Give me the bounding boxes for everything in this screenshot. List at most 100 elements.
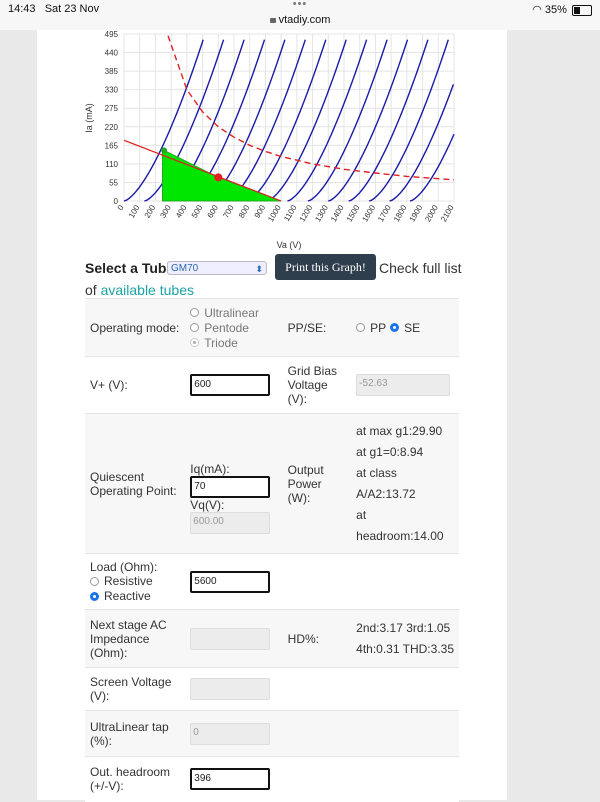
se-option-label[interactable]: SE (404, 321, 420, 335)
x-tick-label: 1400 (329, 203, 346, 223)
x-tick-label: 500 (190, 203, 205, 220)
y-tick-label: 165 (105, 141, 119, 150)
x-tick-label: 1600 (360, 203, 377, 223)
x-tick-label: 2100 (439, 203, 456, 223)
y-tick-label: 55 (109, 178, 118, 187)
radio-resistive[interactable] (90, 576, 99, 586)
power-class-a: at class (356, 465, 397, 480)
pp-se-options: PP SE (356, 320, 454, 335)
y-tick-label: 110 (105, 160, 118, 169)
hd-label: HD%: (282, 609, 352, 668)
mode-ultralinear[interactable]: Ultralinear (190, 305, 277, 320)
output-power-label: Output Power (W): (282, 413, 352, 554)
power-headroom-value: headroom:14.00 (356, 528, 444, 543)
plate-curve-chart: 0 55 110 165 220 275 330 385 440 495 0 100 200 300 40… (84, 30, 456, 250)
radio-ultralinear[interactable] (190, 308, 200, 317)
screen-voltage-input (190, 678, 271, 700)
power-max-g1: at max g1:29.90 (356, 423, 443, 438)
iq-input[interactable]: 70 (190, 475, 271, 498)
x-tick-label: 600 (206, 203, 221, 220)
x-axis-ticks: 0 100 200 300 400 500 600 700 800 900 1000 1100 1200… (116, 203, 456, 223)
radio-reactive[interactable] (90, 591, 99, 601)
x-tick-label: 1200 (298, 203, 315, 223)
x-tick-label: 1500 (345, 203, 362, 223)
x-tick-label: 1800 (392, 203, 409, 223)
x-tick-label: 1000 (266, 203, 283, 223)
y-tick-label: 275 (105, 104, 119, 113)
status-right: ◠ 35% (532, 3, 592, 16)
load-reactive[interactable]: Reactive (90, 589, 180, 604)
iq-label: Iq(mA): (190, 461, 230, 476)
grid-bias-label: Grid Bias Voltage (V): (282, 356, 352, 414)
radio-se[interactable] (390, 323, 400, 332)
tube-select[interactable]: GM70 ⬍ (167, 261, 267, 275)
hd-line-2: 4th:0.31 THD:3.35 (356, 641, 454, 656)
mode-triode[interactable]: Triode (190, 335, 277, 350)
x-tick-label: 700 (221, 203, 236, 220)
grid-bias-field: -52.63 (356, 374, 451, 396)
x-tick-label: 1900 (408, 203, 425, 223)
x-tick-label: 2000 (423, 203, 440, 223)
operating-mode-label: Operating mode: (85, 298, 186, 357)
vq-field: 600.00 (190, 511, 271, 534)
chevron-updown-icon: ⬍ (255, 264, 263, 274)
y-tick-label: 495 (105, 30, 119, 39)
radio-pentode[interactable] (190, 323, 200, 332)
load-resistive[interactable]: Resistive (90, 574, 180, 589)
x-tick-label: 1100 (282, 203, 299, 223)
available-tubes-link[interactable]: available tubes (101, 282, 194, 298)
ultralinear-tap-label: UltraLinear tap (%): (85, 710, 186, 757)
status-bar: 14:43 Sat 23 Nov ••• vtadiy.com ◠ 35% (0, 0, 600, 30)
url-display[interactable]: vtadiy.com (0, 14, 600, 26)
next-stage-input (190, 627, 271, 650)
x-tick-label: 100 (127, 203, 142, 220)
x-tick-label: 1700 (376, 203, 393, 223)
hd-line-1: 2nd:3.17 3rd:1.05 (356, 620, 451, 635)
pp-option-label[interactable]: PP (370, 321, 386, 335)
load-input[interactable]: 5600 (190, 570, 271, 593)
mode-pentode[interactable]: Pentode (190, 320, 277, 335)
load-label: Load (Ohm): (90, 559, 158, 574)
y-axis-label: Ia (mA) (84, 103, 94, 133)
available-tubes-line: of available tubes (85, 282, 194, 298)
wifi-icon: ◠ (532, 4, 542, 16)
browser-menu-dots[interactable]: ••• (0, 0, 600, 10)
x-tick-label: 1300 (313, 203, 330, 223)
vq-label: Vq(V): (190, 497, 225, 512)
y-tick-label: 440 (105, 49, 119, 58)
x-tick-label: 0 (116, 203, 126, 212)
operating-point-marker (214, 173, 223, 182)
print-graph-button[interactable]: Print this Graph! (275, 254, 376, 280)
vplus-label: V+ (V): (85, 356, 186, 414)
parameters-table: Operating mode: Ultralinear Pentode Trio… (85, 298, 459, 802)
power-headroom: at (356, 507, 367, 522)
ultralinear-tap-input: 0 (190, 722, 271, 745)
screen-voltage-label: Screen Voltage (V): (85, 667, 186, 711)
next-stage-label: Next stage AC Impedance (Ohm): (85, 609, 186, 668)
x-axis-label: Va (V) (277, 240, 302, 250)
pp-se-label: PP/SE: (282, 298, 352, 357)
page-content: 0 55 110 165 220 275 330 385 440 495 0 100 200 300 40… (37, 30, 507, 802)
y-tick-label: 330 (105, 86, 119, 95)
swing-start-marker (161, 147, 168, 154)
x-tick-label: 800 (237, 203, 252, 220)
x-tick-label: 400 (174, 203, 189, 220)
check-full-list-text: Check full list (379, 260, 462, 276)
y-tick-label: 385 (105, 67, 119, 76)
headroom-input[interactable]: 396 (190, 768, 271, 791)
lock-icon (269, 18, 276, 23)
radio-pp[interactable] (356, 323, 366, 332)
power-class-a-value: A/A2:13.72 (356, 486, 416, 501)
headroom-label: Out. headroom (+/-V): (85, 756, 186, 802)
x-tick-label: 300 (158, 203, 173, 220)
power-g1-zero: at g1=0:8.94 (356, 444, 424, 459)
radio-triode[interactable] (190, 338, 200, 347)
vplus-input[interactable]: 600 (190, 374, 271, 396)
y-axis-ticks: 055110165220275330385440495 (105, 30, 119, 206)
select-tube-label: Select a Tube: (85, 260, 179, 276)
battery-icon (572, 4, 592, 16)
quiescent-label: Quiescent Operating Point: (85, 413, 186, 554)
x-tick-label: 200 (143, 203, 158, 220)
y-tick-label: 220 (105, 123, 119, 132)
x-tick-label: 900 (253, 203, 268, 220)
